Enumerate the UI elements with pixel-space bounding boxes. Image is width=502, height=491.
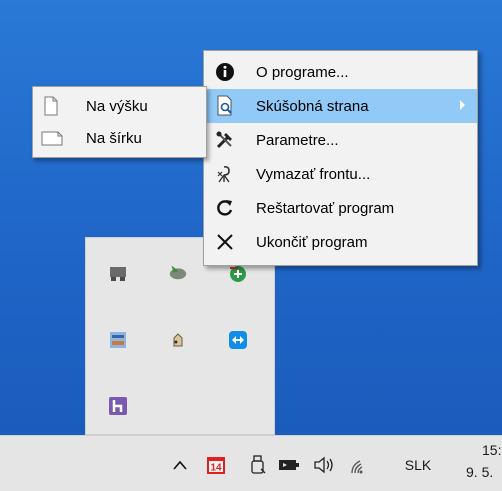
tray-overflow-flyout xyxy=(85,237,275,435)
battery-power-icon[interactable] xyxy=(277,454,301,476)
test-page-submenu: Na výšku Na šírku xyxy=(32,86,207,158)
menu-item-label: Vymazať frontu... xyxy=(256,165,371,183)
menu-item-exit[interactable]: Ukončiť program xyxy=(204,225,477,259)
calendar-tray-icon[interactable]: 14 xyxy=(205,454,227,476)
menu-item-restart[interactable]: Reštartovať program xyxy=(204,191,477,225)
submenu-item-label: Na šírku xyxy=(86,129,142,147)
submenu-arrow-icon xyxy=(460,100,465,110)
wifi-icon[interactable] xyxy=(348,454,372,476)
show-hidden-icons-chevron-icon[interactable] xyxy=(170,454,190,476)
menu-item-settings[interactable]: Parametre... xyxy=(204,123,477,157)
clear-queue-icon xyxy=(214,163,236,185)
menu-item-label: Reštartovať program xyxy=(256,199,395,217)
print-preview-icon xyxy=(214,95,236,117)
hand-cursor-icon[interactable] xyxy=(168,330,188,350)
network-card-icon[interactable] xyxy=(108,330,128,350)
clock-time[interactable]: 15: xyxy=(482,442,501,458)
tools-icon xyxy=(214,129,236,151)
language-indicator[interactable]: SLK xyxy=(399,454,437,476)
menu-item-clear-queue[interactable]: Vymazať frontu... xyxy=(204,157,477,191)
volume-icon[interactable] xyxy=(312,454,338,476)
portrait-page-icon xyxy=(41,96,61,116)
h-app-icon[interactable] xyxy=(108,396,128,416)
shield-icon[interactable] xyxy=(228,264,248,284)
menu-item-label: O programe... xyxy=(256,63,349,81)
menu-item-about[interactable]: O programe... xyxy=(204,55,477,89)
restart-icon xyxy=(214,197,236,219)
leaf-app-icon[interactable] xyxy=(168,262,188,282)
clock-date[interactable]: 9. 5. xyxy=(466,464,493,480)
usb-device-icon[interactable] xyxy=(248,454,268,476)
tray-context-menu: O programe... Skúšobná strana Parametre.… xyxy=(203,50,478,266)
calendar-badge-text: 14 xyxy=(210,463,222,474)
submenu-item-label: Na výšku xyxy=(86,97,148,115)
menu-item-label: Parametre... xyxy=(256,131,339,149)
teamviewer-icon[interactable] xyxy=(228,330,248,350)
submenu-item-portrait[interactable]: Na výšku xyxy=(33,90,206,122)
printer-icon[interactable] xyxy=(108,264,128,284)
menu-item-label: Ukončiť program xyxy=(256,233,368,251)
close-icon xyxy=(214,231,236,253)
taskbar: 14 SLK 15: 9. 5. xyxy=(0,435,502,491)
info-icon xyxy=(214,61,236,83)
submenu-item-landscape[interactable]: Na šírku xyxy=(33,122,206,154)
menu-item-test-page[interactable]: Skúšobná strana xyxy=(204,89,477,123)
menu-item-label: Skúšobná strana xyxy=(256,97,369,115)
landscape-page-icon xyxy=(41,128,63,148)
language-label: SLK xyxy=(404,457,432,473)
